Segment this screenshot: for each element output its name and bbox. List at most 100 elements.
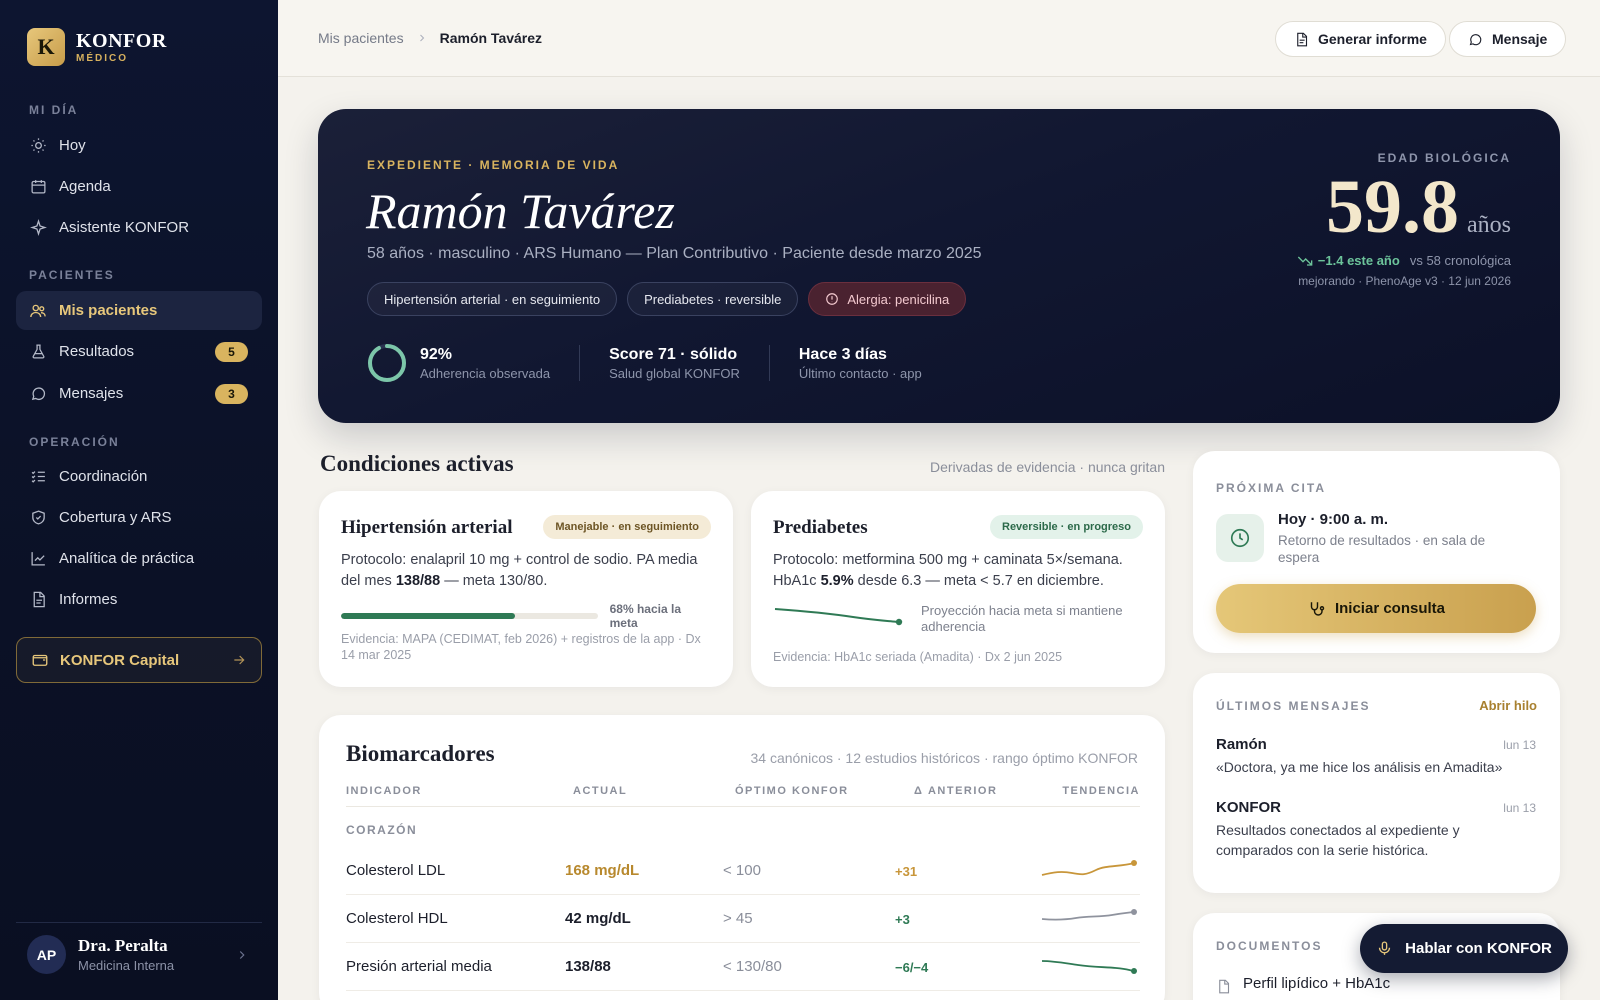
trend-sparkline (1041, 860, 1137, 876)
generate-report-button[interactable]: Generar informe (1275, 21, 1446, 57)
capital-label: KONFOR Capital (60, 651, 180, 669)
stat-score: Score 71 · sólido Salud global KONFOR (609, 346, 740, 381)
talk-to-konfor-label: Hablar con KONFOR (1405, 940, 1552, 957)
sidebar-item-analytics[interactable]: Analítica de práctica (16, 539, 262, 578)
brand-logo[interactable]: K KONFOR MÉDICO (27, 28, 167, 66)
message-button[interactable]: Mensaje (1449, 21, 1567, 57)
appointment-kicker: PRÓXIMA CITA (1216, 481, 1326, 495)
brand-mark: K (27, 28, 65, 66)
stat-divider (768, 345, 770, 381)
capital-button[interactable]: KONFOR Capital (16, 637, 262, 683)
breadcrumb: Mis pacientes Ramón Tavárez (318, 30, 542, 46)
sidebar-item-results[interactable]: Resultados 5 (16, 332, 262, 371)
condition-body: Protocolo: enalapril 10 mg + control de … (341, 550, 711, 592)
hero-stats: 92% Adherencia observada Score 71 · sóli… (367, 343, 922, 383)
projection-sparkline (774, 608, 903, 626)
column-header[interactable]: Δ ANTERIOR (914, 785, 997, 797)
condition-evidence: Evidencia: HbA1c seriada (Amadita) · Dx … (773, 650, 1063, 664)
trend-down-icon (1297, 256, 1313, 266)
stat-divider (579, 345, 581, 381)
condition-chips: Hipertensión arterial · en seguimiento P… (367, 282, 967, 316)
condition-title: Prediabetes (773, 517, 868, 538)
allergy-label: Alergia: penicilina (847, 291, 950, 307)
sparkle-icon (29, 219, 47, 237)
generate-report-label: Generar informe (1318, 31, 1427, 47)
projection-label: Proyección hacia meta si mantiene adhere… (921, 603, 1123, 634)
users-icon (29, 302, 47, 320)
table-row[interactable]: Presión arterial media 138/88 < 130/80 −… (346, 943, 1140, 991)
next-appointment-card: PRÓXIMA CITA Hoy · 9:00 a. m. Retorno de… (1193, 451, 1560, 653)
condition-body-text: desde 6.3 — meta < 5.7 en diciembre. (853, 573, 1104, 589)
goal-progress: 68% hacia la meta (341, 602, 711, 630)
table-row[interactable]: Colesterol HDL 42 mg/dL > 45 +3 (346, 895, 1140, 943)
sidebar-item-label: Asistente KONFOR (59, 219, 190, 236)
biomarkers-title: Biomarcadores (346, 741, 495, 766)
clock-icon (1216, 514, 1264, 562)
document-item[interactable]: Perfil lipídico + HbA1c (1216, 975, 1390, 994)
document-title: Perfil lipídico + HbA1c (1243, 975, 1391, 992)
nav-section-patients: PACIENTES (29, 268, 115, 282)
message-label: Mensaje (1492, 31, 1548, 47)
documents-kicker: DOCUMENTOS (1216, 939, 1323, 953)
sidebar-item-messages[interactable]: Mensajes 3 (16, 374, 262, 413)
breadcrumb-parent[interactable]: Mis pacientes (318, 30, 404, 46)
biomarker-name: Presión arterial media (346, 958, 492, 975)
condition-card-hypertension[interactable]: Hipertensión arterial Manejable · en seg… (319, 491, 733, 687)
sidebar-item-label: Hoy (59, 137, 86, 154)
table-row[interactable]: Colesterol LDL 168 mg/dL < 100 +31 (346, 847, 1140, 895)
message-item[interactable]: KONFOR lun 13 Resultados conectados al e… (1216, 799, 1536, 860)
biological-age: EDAD BIOLÓGICA 59.8 años −1.4 este año v… (1297, 151, 1511, 288)
bio-age-value: 59.8 (1326, 165, 1459, 249)
score-label: Salud global KONFOR (609, 365, 740, 381)
adherence-ring (368, 344, 406, 382)
messages-kicker: ÚLTIMOS MENSAJES (1216, 699, 1371, 713)
wallet-icon (31, 651, 49, 669)
message-sender: KONFOR (1216, 799, 1281, 816)
sidebar-item-agenda[interactable]: Agenda (16, 167, 262, 206)
hero-kicker: EXPEDIENTE · MEMORIA DE VIDA (367, 158, 620, 172)
calendar-icon (29, 178, 47, 196)
user-name: Dra. Peralta (78, 936, 168, 955)
condition-body-value: 138/88 (395, 573, 441, 589)
open-thread-link[interactable]: Abrir hilo (1479, 698, 1537, 713)
bio-age-source: mejorando · PhenoAge v3 · 12 jun 2026 (1298, 274, 1511, 289)
message-sender: Ramón (1216, 736, 1267, 753)
column-header[interactable]: ÓPTIMO KONFOR (735, 785, 849, 797)
projection: Proyección hacia meta si mantiene adhere… (773, 603, 1141, 635)
status-badge: Reversible · en progreso (990, 515, 1143, 539)
messages-count-badge: 3 (215, 383, 248, 404)
sidebar-item-assistant[interactable]: Asistente KONFOR (16, 208, 262, 247)
trend-sparkline (1041, 960, 1137, 974)
column-header[interactable]: TENDENCIA (1062, 785, 1140, 797)
biomarker-optimal: < 130/80 (723, 958, 782, 975)
condition-body-text: — meta 130/80. (440, 573, 548, 589)
sidebar-item-coverage[interactable]: Cobertura y ARS (16, 498, 262, 537)
document-icon (1294, 32, 1309, 47)
biomarker-name: Colesterol LDL (346, 862, 446, 879)
talk-to-konfor-button[interactable]: Hablar con KONFOR (1360, 924, 1568, 973)
column-header[interactable]: INDICADOR (346, 785, 422, 797)
sidebar-item-coordination[interactable]: Coordinación (16, 457, 262, 496)
column-header[interactable]: ACTUAL (573, 785, 627, 797)
bio-age-unit: años (1467, 212, 1511, 238)
chevron-right-icon (235, 948, 249, 962)
sidebar-item-reports[interactable]: Informes (16, 580, 262, 619)
conditions-title: Condiciones activas (320, 451, 514, 476)
biomarkers-card: Biomarcadores 34 canónicos · 12 estudios… (319, 715, 1165, 1000)
appointment-time: Hoy · 9:00 a. m. (1278, 511, 1389, 528)
sidebar-item-patients[interactable]: Mis pacientes (16, 291, 262, 330)
chip-prediabetes[interactable]: Prediabetes · reversible (627, 282, 799, 316)
trend-sparkline (1041, 909, 1137, 921)
biomarker-optimal: > 45 (723, 910, 753, 927)
progress-fill (341, 613, 516, 619)
chip-hypertension[interactable]: Hipertensión arterial · en seguimiento (367, 282, 618, 316)
user-profile[interactable]: AP Dra. Peralta Medicina Interna (27, 935, 249, 974)
sidebar-item-label: Mensajes (59, 385, 124, 402)
arrow-right-icon (231, 652, 247, 668)
message-item[interactable]: Ramón lun 13 «Doctora, ya me hice los an… (1216, 736, 1536, 777)
biomarker-value: 42 mg/dL (565, 910, 631, 927)
condition-card-prediabetes[interactable]: Prediabetes Reversible · en progreso Pro… (751, 491, 1165, 687)
sidebar-item-today[interactable]: Hoy (16, 126, 262, 165)
chip-allergy[interactable]: Alergia: penicilina (808, 282, 967, 316)
start-consult-button[interactable]: Iniciar consulta (1216, 584, 1536, 633)
